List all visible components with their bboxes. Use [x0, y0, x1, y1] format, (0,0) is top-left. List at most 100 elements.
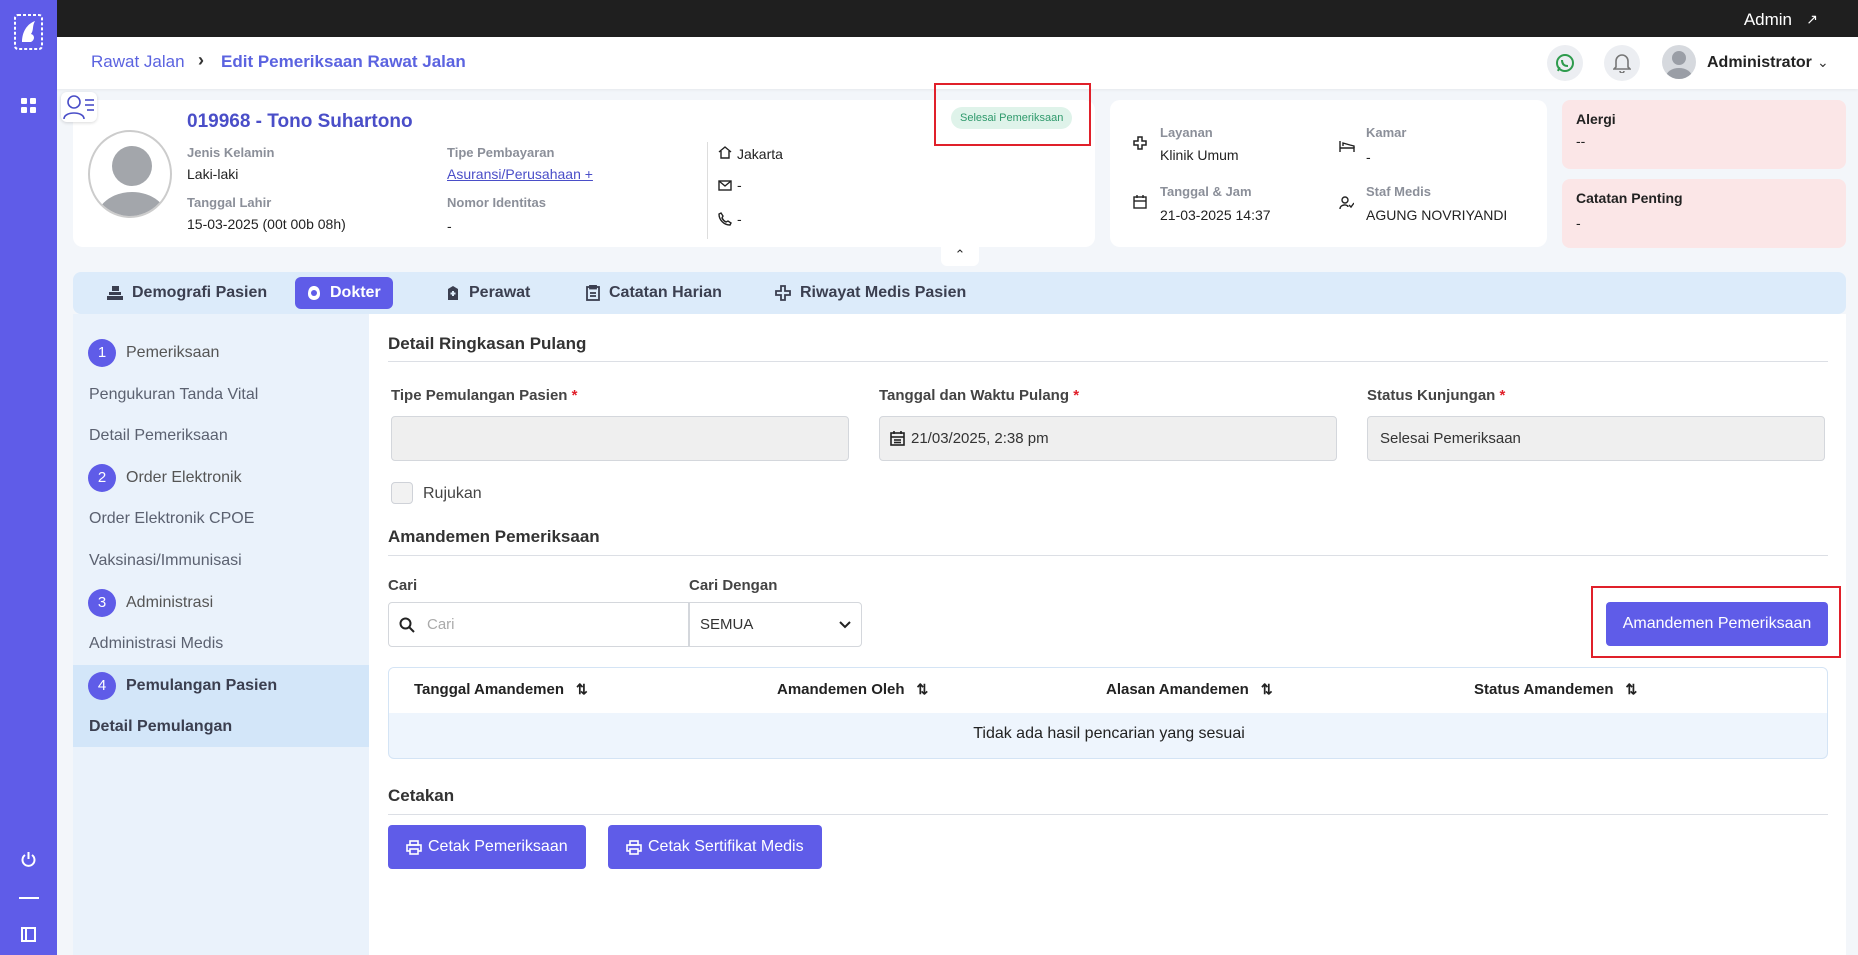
nurse-icon — [446, 285, 460, 301]
collapse-sidebar-icon[interactable] — [21, 927, 36, 942]
external-link-icon[interactable]: ↗ — [1806, 11, 1818, 28]
table-empty-message: Tidak ada hasil pencarian yang sesuai — [973, 725, 1245, 742]
step-pemeriksaan[interactable]: 1 Pemeriksaan — [88, 339, 219, 367]
bed-icon — [1339, 140, 1355, 153]
section-title-cetakan: Cetakan — [388, 786, 455, 805]
id-value: - — [447, 218, 452, 234]
column-alasan-amandemen[interactable]: Alasan Amandemen ⇅ — [1106, 681, 1273, 698]
tab-catatan-harian[interactable]: Catatan Harian — [574, 277, 734, 309]
patient-city: Jakarta — [737, 146, 783, 162]
phone-icon — [718, 212, 732, 226]
allergy-label: Alergi — [1576, 111, 1616, 127]
search-label: Cari — [388, 577, 418, 594]
notes-label: Catatan Penting — [1576, 190, 1683, 206]
chevron-down-icon[interactable]: ⌄ — [1817, 54, 1829, 71]
search-by-select[interactable]: SEMUA — [689, 602, 862, 647]
patient-phone: - — [737, 211, 742, 227]
dashboard-grid-icon[interactable] — [21, 98, 36, 113]
referral-checkbox[interactable] — [391, 482, 413, 504]
home-icon — [718, 146, 732, 159]
search-icon — [399, 617, 415, 633]
power-icon[interactable] — [20, 851, 37, 868]
sort-icon: ⇅ — [1625, 681, 1638, 697]
demographics-icon — [107, 286, 123, 300]
substep-order-cpoe[interactable]: Order Elektronik CPOE — [89, 510, 254, 528]
chevron-up-icon[interactable]: ⌃ — [955, 247, 966, 262]
section-title-amandemen: Amandemen Pemeriksaan — [388, 527, 600, 546]
kamar-value: - — [1366, 149, 1371, 165]
tab-riwayat-medis[interactable]: Riwayat Medis Pasien — [763, 277, 978, 309]
substep-detail-pemulangan[interactable]: Detail Pemulangan — [89, 718, 232, 736]
substep-vaksinasi[interactable]: Vaksinasi/Immunisasi — [89, 552, 242, 570]
medical-cross-icon — [775, 285, 791, 301]
print-exam-button[interactable]: Cetak Pemeriksaan — [388, 825, 586, 869]
tab-perawat[interactable]: Perawat — [434, 277, 542, 309]
notification-button[interactable] — [1604, 45, 1640, 81]
page-title: Edit Pemeriksaan Rawat Jalan — [221, 52, 466, 71]
step-pemulangan-pasien[interactable]: 4 Pemulangan Pasien — [88, 672, 277, 700]
tab-dokter[interactable]: Dokter — [295, 277, 393, 309]
column-tanggal-amandemen[interactable]: Tanggal Amandemen ⇅ — [414, 681, 588, 698]
sort-icon: ⇅ — [916, 681, 929, 697]
search-field[interactable] — [388, 602, 689, 647]
section-divider — [388, 555, 1828, 556]
admin-link[interactable]: Admin — [1744, 10, 1792, 30]
printer-icon — [406, 839, 422, 855]
top-bar — [0, 0, 1858, 37]
user-name[interactable]: Administrator — [1707, 54, 1812, 72]
notes-value: - — [1576, 215, 1581, 231]
step-order-elektronik[interactable]: 2 Order Elektronik — [88, 464, 242, 492]
search-input[interactable] — [427, 616, 647, 633]
print-certificate-button[interactable]: Cetak Sertifikat Medis — [608, 825, 822, 869]
tab-demografi-pasien[interactable]: Demografi Pasien — [95, 277, 279, 309]
highlight-box-status — [934, 83, 1091, 146]
highlight-box-amend — [1591, 586, 1841, 658]
substep-detail-pemeriksaan[interactable]: Detail Pemeriksaan — [89, 427, 228, 445]
column-status-amandemen[interactable]: Status Amandemen ⇅ — [1474, 681, 1637, 698]
clipboard-icon — [586, 285, 600, 301]
substep-administrasi-medis[interactable]: Administrasi Medis — [89, 635, 223, 653]
layanan-value: Klinik Umum — [1160, 147, 1239, 163]
discharge-type-label: Tipe Pemulangan Pasien * — [391, 387, 578, 404]
visit-status-input[interactable]: Selesai Pemeriksaan — [1367, 416, 1825, 461]
payment-link[interactable]: Asuransi/Perusahaan + — [447, 166, 593, 182]
patient-record-icon — [61, 92, 97, 122]
discharge-type-select[interactable] — [391, 416, 849, 461]
section-title-ringkasan: Detail Ringkasan Pulang — [388, 334, 587, 353]
section-divider — [388, 361, 1828, 362]
staff-label: Staf Medis — [1366, 184, 1432, 199]
id-label: Nomor Identitas — [447, 195, 546, 210]
step-number: 3 — [88, 589, 116, 617]
contact-divider — [707, 142, 708, 239]
layanan-label: Layanan — [1160, 125, 1213, 140]
staff-icon — [1339, 196, 1354, 210]
medical-cross-icon — [1133, 136, 1147, 150]
substep-tanda-vital[interactable]: Pengukuran Tanda Vital — [89, 386, 258, 404]
service-card — [1110, 100, 1547, 247]
notes-card: Catatan Penting - — [1562, 179, 1846, 248]
discharge-datetime-input[interactable]: 21/03/2025, 2:38 pm — [879, 416, 1337, 461]
datetime-value: 21-03-2025 14:37 — [1160, 207, 1271, 223]
app-logo-icon[interactable] — [13, 12, 44, 52]
calendar-icon — [1133, 195, 1147, 209]
user-avatar[interactable] — [1662, 45, 1696, 79]
bell-icon — [1613, 54, 1631, 73]
sort-icon: ⇅ — [576, 681, 588, 697]
step-administrasi[interactable]: 3 Administrasi — [88, 589, 213, 617]
gender-label: Jenis Kelamin — [187, 145, 275, 160]
column-amandemen-oleh[interactable]: Amandemen Oleh ⇅ — [777, 681, 928, 698]
chevron-down-icon — [839, 620, 851, 629]
chevron-right-icon: › — [198, 50, 204, 70]
patient-email: - — [737, 177, 742, 193]
sort-icon: ⇅ — [1260, 681, 1273, 697]
whatsapp-icon — [1556, 54, 1574, 72]
staff-value: AGUNG NOVRIYANDI — [1366, 207, 1508, 223]
sidebar — [0, 0, 57, 955]
visit-status-label: Status Kunjungan * — [1367, 387, 1506, 404]
breadcrumb-parent[interactable]: Rawat Jalan — [91, 52, 185, 72]
gender-value: Laki-laki — [187, 166, 239, 182]
collapse-card-button[interactable]: ⌃ — [941, 246, 979, 266]
whatsapp-button[interactable] — [1547, 45, 1583, 81]
kamar-label: Kamar — [1366, 125, 1407, 140]
step-number: 4 — [88, 672, 116, 700]
